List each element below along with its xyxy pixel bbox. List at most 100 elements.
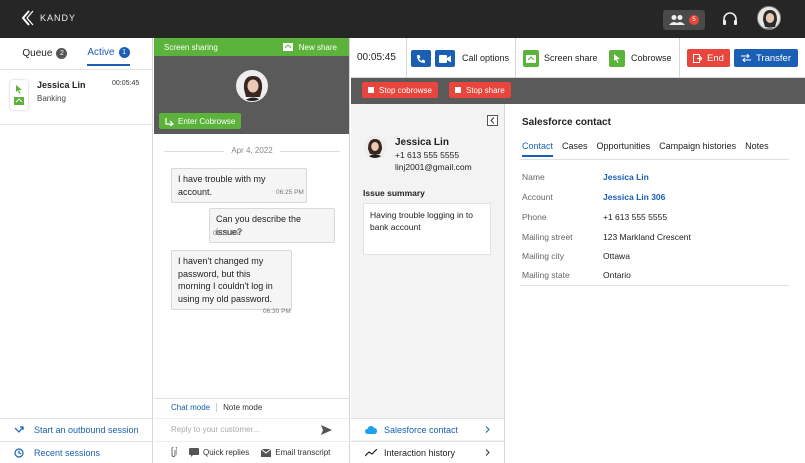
salesforce-tabs: Contact Cases Opportunities Campaign his… <box>522 141 778 157</box>
end-button[interactable]: End <box>687 49 730 67</box>
tab-queue[interactable]: Queue 2 <box>22 42 68 65</box>
cobrowse-button[interactable] <box>609 50 625 67</box>
headset-icon[interactable] <box>722 11 738 27</box>
date-separator: Apr 4, 2022 <box>164 146 340 155</box>
message-time: 06:30 PM <box>263 308 291 315</box>
stop-cobrowse-button[interactable]: Stop cobrowse <box>362 82 438 98</box>
email-transcript-label: Email transcript <box>275 448 331 457</box>
kandy-logo-icon <box>21 10 34 26</box>
tab-active-label: Active <box>87 47 115 58</box>
call-timer: 00:05:45 <box>357 52 396 63</box>
salesforce-contact-row[interactable]: Salesforce contact <box>351 418 504 440</box>
interaction-history-label: Interaction history <box>384 447 456 458</box>
field-row-phone: Phone +1 613 555 5555 <box>522 207 787 227</box>
enter-cobrowse-label: Enter Cobrowse <box>178 116 236 126</box>
new-share-icon <box>282 43 293 51</box>
email-transcript-button[interactable]: Email transcript <box>261 448 330 457</box>
chevron-left-icon <box>490 117 495 124</box>
outbound-session-link[interactable]: Start an outbound session <box>0 418 152 440</box>
tab-contact[interactable]: Contact <box>522 141 554 157</box>
online-users-button[interactable]: 5 <box>663 10 705 30</box>
video-call-button[interactable] <box>435 50 455 67</box>
agent-avatar[interactable] <box>757 6 781 30</box>
cobrowse-label[interactable]: Cobrowse <box>631 53 672 63</box>
screen-sharing-title: Screen sharing <box>164 42 218 52</box>
message-bubble-customer: I haven't changed my password, but this … <box>171 250 292 310</box>
stop-cobrowse-label: Stop cobrowse <box>379 85 432 95</box>
trend-line-icon <box>365 448 377 456</box>
reply-toolbar: Quick replies Email transcript <box>154 441 349 463</box>
salesforce-title: Salesforce contact <box>522 117 611 128</box>
field-label: Account <box>522 192 553 202</box>
message-time: 06:25 PM <box>276 189 304 196</box>
stop-icon <box>455 87 461 93</box>
quick-replies-icon <box>189 448 199 457</box>
screen-share-icon <box>14 97 24 105</box>
active-count-badge: 1 <box>118 47 130 58</box>
screen-share-label[interactable]: Screen share <box>544 53 598 63</box>
interaction-history-row[interactable]: Interaction history <box>351 441 504 463</box>
contact-portrait-icon <box>364 136 386 158</box>
tab-chat-mode[interactable]: Chat mode <box>171 403 218 412</box>
field-value: Ontario <box>603 270 631 280</box>
channel-icons <box>10 80 28 110</box>
message-time: 06:26 PM <box>213 230 241 237</box>
quick-replies-label: Quick replies <box>203 448 250 457</box>
tab-note-mode[interactable]: Note mode <box>217 403 262 412</box>
brand-logo: KANDY <box>20 10 76 26</box>
cobrowse-cursor-icon <box>614 54 620 63</box>
exit-icon <box>693 53 703 63</box>
divider <box>679 38 680 78</box>
issue-summary-label: Issue summary <box>363 188 425 198</box>
contact-name: Jessica Lin <box>395 137 449 148</box>
transfer-button[interactable]: Transfer <box>734 49 798 67</box>
phone-icon <box>417 54 425 63</box>
new-share-button[interactable]: New share <box>282 43 337 52</box>
field-value-link[interactable]: Jessica Lin 306 <box>603 192 665 202</box>
outbound-arrow-icon <box>14 425 24 433</box>
stop-icon <box>368 87 374 93</box>
users-count-badge: 5 <box>689 15 699 25</box>
recent-sessions-link[interactable]: Recent sessions <box>0 441 152 463</box>
salesforce-cloud-icon <box>365 426 377 434</box>
send-icon[interactable] <box>321 424 332 435</box>
collapse-panel-button[interactable] <box>487 115 498 126</box>
tab-opportunities[interactable]: Opportunities <box>597 141 651 157</box>
conversation-item[interactable]: Jessica Lin Banking 00:05:45 <box>0 70 152 125</box>
field-value-link[interactable]: Jessica Lin <box>603 172 649 182</box>
message-bubble-agent: Can you describe the issue? <box>209 208 335 243</box>
call-options-label[interactable]: Call options <box>462 53 509 63</box>
tab-campaign-histories[interactable]: Campaign histories <box>659 141 736 157</box>
transfer-arrows-icon <box>740 54 751 62</box>
field-row-mailing-street: Mailing street 123 Markland Crescent <box>522 227 787 247</box>
tab-active[interactable]: Active 1 <box>87 41 130 66</box>
screen-share-icon <box>526 54 536 63</box>
conversation-queue: Banking <box>37 94 66 103</box>
field-row-mailing-city: Mailing city Ottawa <box>522 246 787 266</box>
tab-notes[interactable]: Notes <box>745 141 769 157</box>
voice-call-button[interactable] <box>411 50 431 67</box>
conversation-name: Jessica Lin <box>37 80 86 90</box>
divider <box>520 285 789 286</box>
top-bar: KANDY 5 <box>0 0 805 38</box>
stop-share-button[interactable]: Stop share <box>449 82 511 98</box>
tab-queue-label: Queue <box>22 48 53 59</box>
outbound-session-label: Start an outbound session <box>34 424 139 435</box>
tab-cases[interactable]: Cases <box>562 141 588 157</box>
contact-avatar <box>364 136 386 158</box>
enter-cobrowse-button[interactable]: Enter Cobrowse <box>159 113 242 129</box>
enter-arrow-icon <box>165 117 174 126</box>
message-list: Apr 4, 2022 I have trouble with my accou… <box>154 134 349 396</box>
field-label: Mailing state <box>522 270 570 280</box>
attachment-icon[interactable] <box>170 447 177 458</box>
history-clock-icon <box>14 447 24 458</box>
reply-input[interactable]: Reply to your customer... <box>154 418 349 440</box>
queue-count-badge: 2 <box>56 48 68 59</box>
transfer-label: Transfer <box>755 52 792 64</box>
field-row-name: Name Jessica Lin <box>522 167 787 187</box>
quick-replies-button[interactable]: Quick replies <box>189 448 249 457</box>
screen-share-button[interactable] <box>523 50 539 67</box>
screen-share-viewer: Enter Cobrowse <box>154 56 349 134</box>
field-value: Ottawa <box>603 251 630 261</box>
field-label: Phone <box>522 212 547 222</box>
